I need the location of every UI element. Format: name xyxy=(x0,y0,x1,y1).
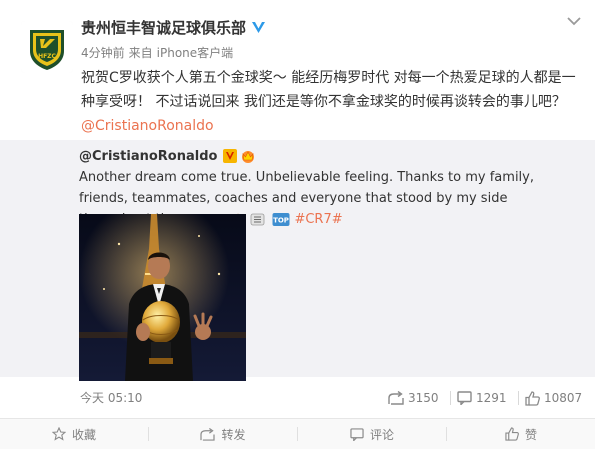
comment-button[interactable]: 评论 xyxy=(298,419,446,449)
like-icon xyxy=(505,427,519,441)
repost-time[interactable]: 今天 05:10 xyxy=(80,388,142,408)
post-text: 祝贺C罗收获个人第五个金球奖～ 能经历梅罗时代 对每一个热爱足球的人都是一种享受… xyxy=(81,66,586,138)
post-body: 祝贺C罗收获个人第五个金球奖～ 能经历梅罗时代 对每一个热爱足球的人都是一种享受… xyxy=(81,70,576,110)
post-time[interactable]: 4分钟前 xyxy=(81,44,125,60)
chevron-down-icon[interactable] xyxy=(565,14,583,28)
club-logo: HFZC xyxy=(21,21,73,73)
verified-icon[interactable] xyxy=(251,20,266,35)
source-prefix: 来自 xyxy=(128,46,153,60)
comment-icon xyxy=(457,391,472,405)
action-bar: 收藏 转发 评论 赞 xyxy=(0,418,595,449)
stats-row: 今天 05:10 3150 1291 10807 xyxy=(0,388,595,408)
comment-count-label: 1291 xyxy=(476,391,507,405)
forward-count[interactable]: 3150 xyxy=(388,388,451,408)
post-source[interactable]: iPhone客户端 xyxy=(157,44,234,60)
comment-count[interactable]: 1291 xyxy=(457,388,519,408)
verified-icon[interactable] xyxy=(223,149,238,163)
star-icon xyxy=(51,427,66,441)
forward-count-label: 3150 xyxy=(408,391,439,405)
forward-button[interactable]: 转发 xyxy=(149,419,297,449)
crown-icon[interactable] xyxy=(240,149,256,163)
svg-text:HFZC: HFZC xyxy=(38,53,56,60)
favorite-button[interactable]: 收藏 xyxy=(0,419,148,449)
post-header: 贵州恒丰智诚足球俱乐部 xyxy=(81,16,266,38)
hashtag-link[interactable]: #CR7# xyxy=(294,212,342,227)
comment-label: 评论 xyxy=(369,427,394,442)
repost-author[interactable]: @CristianoRonaldo xyxy=(79,149,217,164)
stats-divider xyxy=(517,391,519,405)
author-name[interactable]: 贵州恒丰智诚足球俱乐部 xyxy=(81,17,246,38)
like-count[interactable]: 10807 xyxy=(525,388,582,408)
like-count-label: 10807 xyxy=(544,391,583,405)
repost-photo[interactable] xyxy=(79,214,246,381)
repost-header: @CristianoRonaldo xyxy=(79,146,256,166)
svg-text:TOP: TOP xyxy=(273,217,289,225)
post-meta: 4分钟前 来自 iPhone客户端 xyxy=(81,44,237,60)
forward-icon xyxy=(200,427,216,441)
like-icon xyxy=(525,390,540,406)
forward-icon xyxy=(388,391,404,405)
comment-icon xyxy=(350,427,364,441)
avatar[interactable]: HFZC xyxy=(21,21,73,73)
top-emoji: TOP xyxy=(272,213,290,226)
photo-image xyxy=(79,214,246,381)
like-label: 赞 xyxy=(524,427,537,442)
like-button[interactable]: 赞 xyxy=(447,419,595,449)
forward-label: 转发 xyxy=(221,427,246,442)
repost-box: @CristianoRonaldo Another dream come tru… xyxy=(0,140,595,381)
favorite-label: 收藏 xyxy=(71,427,96,442)
stats-divider xyxy=(449,391,451,405)
sparkle-emoji xyxy=(250,213,265,226)
mention-link[interactable]: @CristianoRonaldo xyxy=(81,118,214,134)
